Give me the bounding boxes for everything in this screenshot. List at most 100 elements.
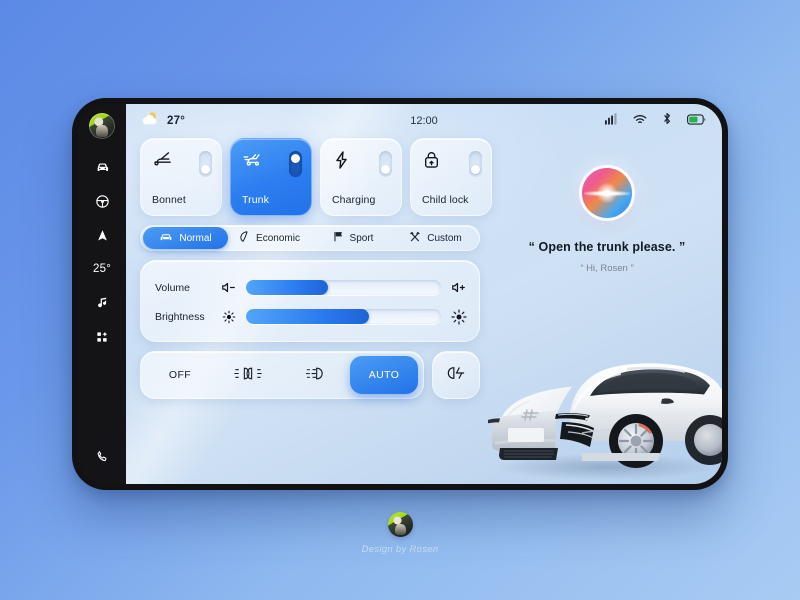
wifi-icon[interactable] xyxy=(633,112,647,130)
light-mode-position[interactable] xyxy=(214,356,282,394)
headlight-mode-group: OFF AUTO xyxy=(140,351,424,399)
light-mode-off[interactable]: OFF xyxy=(146,356,214,394)
toggle-switch-bonnet[interactable] xyxy=(199,151,212,177)
toggle-card-trunk[interactable]: Trunk xyxy=(230,138,312,216)
slider-label-brightness: Brightness xyxy=(155,310,205,323)
battery-icon[interactable] xyxy=(687,112,706,130)
signal-bars-icon[interactable] xyxy=(605,112,618,130)
slider-row-brightness: Brightness xyxy=(155,304,467,330)
volume-minus-icon[interactable] xyxy=(220,281,237,294)
fog-light-button[interactable] xyxy=(432,351,480,399)
drive-mode-economic[interactable]: Economic xyxy=(228,227,311,249)
vehicle-toggle-row: Bonnet Trunk Charging Child lock xyxy=(140,138,492,216)
toggle-card-child-lock[interactable]: Child lock xyxy=(410,138,492,216)
status-bar: 27° 12:00 xyxy=(126,104,722,138)
content-columns: Bonnet Trunk Charging Child lock Normal … xyxy=(126,138,722,484)
light-mode-label: OFF xyxy=(168,369,192,381)
tablet-device: 25° 27° 12:00 Bonnet Trunk Charging Chil… xyxy=(72,98,728,490)
sidebar-item-phone[interactable] xyxy=(86,440,118,472)
trunk-open-icon xyxy=(242,150,264,172)
drive-mode-custom[interactable]: Custom xyxy=(394,227,477,249)
main-content: 27° 12:00 Bonnet Trunk Charging Child lo… xyxy=(126,104,722,484)
music-note-icon xyxy=(94,295,110,311)
toggle-card-bonnet[interactable]: Bonnet xyxy=(140,138,222,216)
car-image xyxy=(478,336,722,484)
drive-mode-label: Normal xyxy=(179,232,212,244)
drive-mode-label: Sport xyxy=(349,232,374,244)
sidebar-climate-temperature: 25° xyxy=(93,263,111,275)
drive-mode-normal[interactable]: Normal xyxy=(143,227,228,249)
sun-behind-cloud-icon xyxy=(140,111,160,131)
steering-wheel-icon xyxy=(94,193,111,210)
volume-plus-icon[interactable] xyxy=(450,281,467,294)
sidebar-user-avatar[interactable] xyxy=(89,113,115,139)
slider-track-volume[interactable] xyxy=(246,280,441,295)
designer-avatar xyxy=(387,512,413,537)
toggle-switch-trunk[interactable] xyxy=(289,151,302,177)
bluetooth-icon[interactable] xyxy=(662,112,672,130)
weather-widget[interactable]: 27° xyxy=(140,111,185,131)
toggle-card-label: Bonnet xyxy=(152,194,186,206)
car-icon xyxy=(94,159,111,176)
toggle-card-top xyxy=(332,150,392,177)
siri-orb[interactable] xyxy=(582,168,632,218)
sidebar-item-navigation[interactable] xyxy=(86,219,118,251)
leaf-icon xyxy=(239,230,250,246)
slider-label-volume: Volume xyxy=(155,281,191,294)
charging-bolt-icon xyxy=(332,150,351,175)
toggle-card-charging[interactable]: Charging xyxy=(320,138,402,216)
low-beam-icon xyxy=(305,366,327,384)
footer-credit-text: Design by Rosen xyxy=(361,544,439,555)
toggle-switch-child-lock[interactable] xyxy=(469,151,482,177)
fog-light-icon xyxy=(446,365,466,386)
child-lock-icon xyxy=(422,150,441,175)
sidebar-rail: 25° xyxy=(78,104,126,484)
switch-knob xyxy=(291,154,300,163)
car-icon xyxy=(159,231,173,246)
switch-knob xyxy=(471,165,480,174)
light-control-row: OFF AUTO xyxy=(140,351,492,399)
brightness-high-icon[interactable] xyxy=(450,308,467,325)
light-mode-low-beam[interactable] xyxy=(282,356,350,394)
drive-mode-sport[interactable]: Sport xyxy=(311,227,394,249)
toggle-card-label: Charging xyxy=(332,194,376,206)
media-sliders-card: Volume Brightness xyxy=(140,260,480,342)
flag-icon xyxy=(332,230,344,246)
sidebar-item-driving[interactable] xyxy=(86,185,118,217)
tools-icon xyxy=(409,231,421,246)
slider-fill-volume xyxy=(246,280,328,295)
light-mode-label: AUTO xyxy=(368,369,400,381)
toggle-switch-charging[interactable] xyxy=(379,151,392,177)
brightness-low-icon[interactable] xyxy=(220,310,237,324)
status-icon-group xyxy=(605,112,706,130)
assistant-orb-wrap xyxy=(492,168,722,218)
slider-fill-brightness xyxy=(246,309,369,324)
controls-column: Bonnet Trunk Charging Child lock Normal … xyxy=(126,138,492,484)
slider-track-brightness[interactable] xyxy=(246,309,441,324)
toggle-card-top xyxy=(422,150,482,177)
sidebar-item-apps[interactable] xyxy=(86,321,118,353)
assistant-column: “ Open the trunk please. ” “ Hi, Rosen ” xyxy=(488,138,722,484)
slider-row-volume: Volume xyxy=(155,275,467,301)
grid-apps-icon xyxy=(94,329,110,345)
bonnet-open-icon xyxy=(152,150,174,172)
navigation-arrow-icon xyxy=(95,228,110,243)
position-lights-icon xyxy=(234,366,262,384)
sidebar-item-climate[interactable]: 25° xyxy=(86,253,118,285)
toggle-card-top xyxy=(242,150,302,177)
screen: 25° 27° 12:00 Bonnet Trunk Charging Chil… xyxy=(78,104,722,484)
drive-mode-selector: Normal Economic Sport Custom xyxy=(140,225,480,251)
drive-mode-label: Economic xyxy=(256,232,300,244)
phone-icon xyxy=(95,449,110,464)
toggle-card-label: Child lock xyxy=(422,194,469,206)
sidebar-item-music[interactable] xyxy=(86,287,118,319)
footer-credit: Design by Rosen xyxy=(0,512,800,555)
sidebar-item-car[interactable] xyxy=(86,151,118,183)
light-mode-auto[interactable]: AUTO xyxy=(350,356,418,394)
weather-temperature: 27° xyxy=(167,115,185,127)
drive-mode-label: Custom xyxy=(427,232,462,244)
switch-knob xyxy=(201,165,210,174)
toggle-card-label: Trunk xyxy=(242,194,269,206)
assistant-reply: “ Hi, Rosen ” xyxy=(580,263,634,274)
toggle-card-top xyxy=(152,150,212,177)
